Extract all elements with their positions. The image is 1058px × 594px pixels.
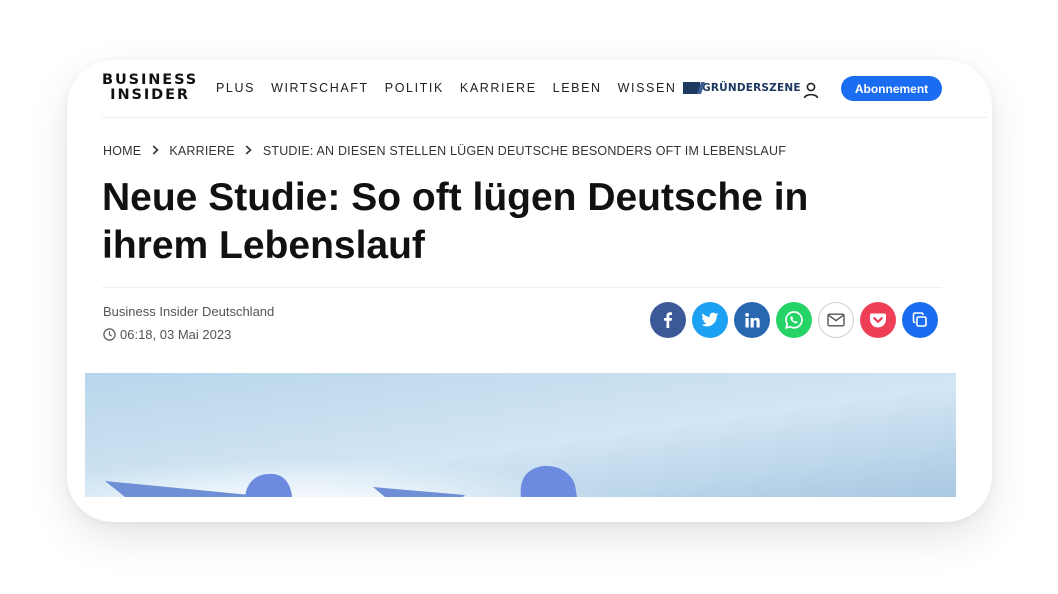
logo-line-2: INSIDER xyxy=(110,87,190,103)
nav-item-leben[interactable]: LEBEN xyxy=(553,81,602,95)
gruenderszene-link[interactable]: GRÜNDERSZENE xyxy=(683,82,801,94)
mail-icon xyxy=(827,313,845,327)
twitter-icon xyxy=(701,312,719,327)
breadcrumb-home[interactable]: HOME xyxy=(103,144,141,158)
article-hero-image xyxy=(85,373,956,497)
share-pocket-button[interactable] xyxy=(860,302,896,338)
page-background: BUSINESS INSIDER PLUS WIRTSCHAFT POLITIK… xyxy=(0,0,1058,594)
breadcrumb-current[interactable]: STUDIE: AN DIESEN STELLEN LÜGEN DEUTSCHE… xyxy=(263,144,786,158)
breadcrumb: HOME KARRIERE STUDIE: AN DIESEN STELLEN … xyxy=(103,144,786,158)
article-author[interactable]: Business Insider Deutschland xyxy=(103,304,274,319)
facebook-icon xyxy=(664,312,672,328)
article-title: Neue Studie: So oft lügen Deutsche in ih… xyxy=(102,176,809,267)
nav-item-wissen[interactable]: WISSEN xyxy=(618,81,677,95)
nav-item-politik[interactable]: POLITIK xyxy=(385,81,444,95)
share-whatsapp-button[interactable] xyxy=(776,302,812,338)
pocket-icon xyxy=(870,313,886,327)
browser-card: BUSINESS INSIDER PLUS WIRTSCHAFT POLITIK… xyxy=(67,60,992,522)
copy-icon xyxy=(912,312,927,327)
share-facebook-button[interactable] xyxy=(650,302,686,338)
linkedin-icon xyxy=(744,312,760,327)
title-divider xyxy=(102,287,942,288)
nav-item-karriere[interactable]: KARRIERE xyxy=(460,81,537,95)
subscribe-button[interactable]: Abonnement xyxy=(841,76,942,101)
share-copy-button[interactable] xyxy=(902,302,938,338)
article-date: 06:18, 03 Mai 2023 xyxy=(103,327,231,342)
share-twitter-button[interactable] xyxy=(692,302,728,338)
logo-line-1: BUSINESS xyxy=(102,72,199,88)
share-linkedin-button[interactable] xyxy=(734,302,770,338)
breadcrumb-karriere[interactable]: KARRIERE xyxy=(169,144,235,158)
nav-item-plus[interactable]: PLUS xyxy=(216,81,255,95)
chevron-right-icon xyxy=(150,144,160,158)
user-account-icon[interactable] xyxy=(802,81,820,99)
business-insider-logo[interactable]: BUSINESS INSIDER xyxy=(102,73,198,103)
site-header: BUSINESS INSIDER PLUS WIRTSCHAFT POLITIK… xyxy=(67,60,992,117)
share-email-button[interactable] xyxy=(818,302,854,338)
chevron-right-icon xyxy=(244,144,254,158)
whatsapp-icon xyxy=(785,311,803,329)
nav-item-wirtschaft[interactable]: WIRTSCHAFT xyxy=(271,81,369,95)
share-bar xyxy=(650,302,944,338)
header-divider xyxy=(102,117,987,118)
main-nav: PLUS WIRTSCHAFT POLITIK KARRIERE LEBEN W… xyxy=(216,81,693,95)
clock-icon xyxy=(103,328,116,341)
gruenderszene-logo-icon xyxy=(683,82,700,94)
article-date-text: 06:18, 03 Mai 2023 xyxy=(120,327,232,342)
gruenderszene-label: GRÜNDERSZENE xyxy=(702,82,801,94)
